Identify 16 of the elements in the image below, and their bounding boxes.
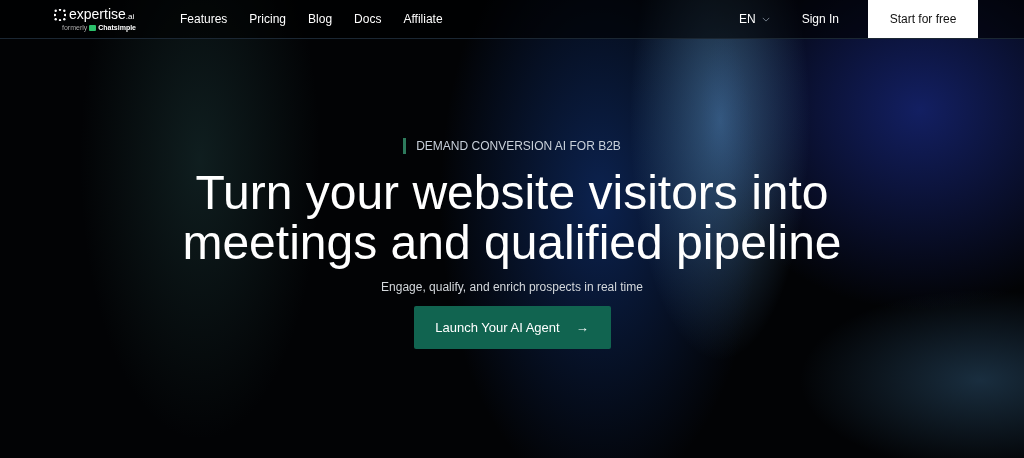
nav-link[interactable]: Docs: [354, 12, 382, 26]
launch-agent-button[interactable]: Launch Your AI Agent →: [413, 306, 611, 349]
brand-name[interactable]: expertise.ai: [69, 6, 135, 24]
nav-link[interactable]: Affiliate: [403, 12, 443, 26]
eyebrow-text: DEMAND CONVERSION AI FOR B2B: [416, 139, 621, 153]
hero-heading: Turn your website visitors into meetings and qualified pipeline: [181, 168, 843, 268]
start-for-free-button[interactable]: Start for free: [868, 0, 978, 38]
dots-logo-icon: [54, 9, 66, 21]
sign-in-link[interactable]: Sign In: [801, 12, 839, 26]
hero-subtitle: Engage, qualify, and enrich prospects in real time: [381, 280, 643, 294]
accent-bar: [403, 138, 407, 154]
nav-link[interactable]: Features: [180, 12, 228, 26]
chevron-down-icon: [761, 16, 770, 22]
nav-link[interactable]: Pricing: [249, 12, 287, 26]
language-selector[interactable]: EN: [738, 12, 770, 26]
nav-link[interactable]: Blog: [308, 12, 333, 26]
